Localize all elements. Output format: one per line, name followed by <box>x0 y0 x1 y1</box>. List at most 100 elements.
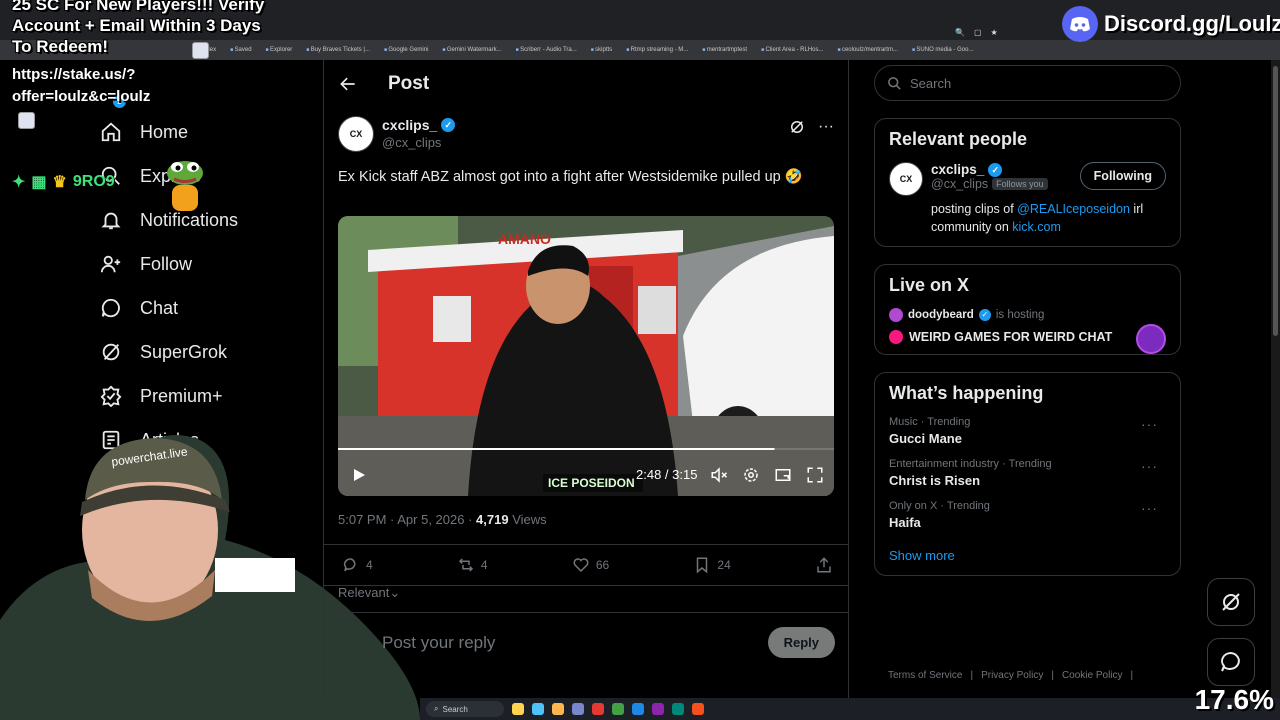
back-arrow-icon[interactable] <box>338 74 358 94</box>
footer-link[interactable]: Terms of Service <box>888 670 962 681</box>
card-title: What’s happening <box>889 383 1044 403</box>
play-icon[interactable] <box>352 468 366 487</box>
post-author[interactable]: CX cxclips_ ✓ @cx_clips <box>338 116 456 152</box>
author-handle[interactable]: @cx_clips <box>382 134 455 152</box>
nav-label: Follow <box>140 253 193 274</box>
zoom-icon[interactable]: 🔍 <box>955 28 965 37</box>
post-top-actions: ··· <box>788 118 834 136</box>
bookmark-item[interactable]: mentrartmptest <box>702 47 747 53</box>
messages-float-button[interactable] <box>1207 638 1255 686</box>
bookmark-star-icon[interactable]: ★ <box>991 28 998 37</box>
nav-follow[interactable]: Follow <box>100 242 300 286</box>
engagement-bar: 4 4 66 24 <box>324 544 849 586</box>
bookmark-icon <box>697 557 708 574</box>
reply-icon <box>343 558 356 572</box>
live-on-x-card: Live on X doodybeard ✓ is hosting WEIRD … <box>874 264 1181 355</box>
relevant-people-card: Relevant people CX cxclips_ ✓ @cx_clips Fo… <box>874 118 1181 247</box>
trend-item[interactable]: Entertainment industry · Trending Christ… <box>889 458 1166 488</box>
bookmark-item[interactable]: SUNO media - Goo... <box>912 47 973 53</box>
screenshot-icon[interactable]: ▢ <box>974 28 982 37</box>
verified-badge-icon: ✓ <box>978 309 991 321</box>
share-button[interactable] <box>815 556 833 574</box>
page-scrollbar[interactable] <box>1271 60 1280 700</box>
avatar[interactable]: CX <box>338 116 374 152</box>
bookmark-item[interactable]: skiptts <box>591 47 612 53</box>
taskbar-app-icon[interactable] <box>512 703 524 715</box>
scrollbar-thumb[interactable] <box>1273 66 1278 336</box>
post-text: Ex Kick staff ABZ almost got into a figh… <box>338 169 803 185</box>
reply-input[interactable]: Post your reply <box>382 633 768 653</box>
trend-item[interactable]: Only on X · Trending Haifa ··· <box>889 500 1166 530</box>
person-handle[interactable]: @cx_clips <box>931 177 988 191</box>
nav-label: Home <box>140 121 189 142</box>
show-more-link[interactable]: Show more <box>889 548 1166 563</box>
settings-gear-icon[interactable] <box>742 466 760 484</box>
taskbar-app-icon[interactable] <box>612 703 624 715</box>
taskbar-app-icon[interactable] <box>552 703 564 715</box>
nav-home[interactable]: Home <box>100 110 300 154</box>
share-icon <box>817 557 831 573</box>
bio-kick-link[interactable]: kick.com <box>1012 220 1061 234</box>
stream-promo-overlay: 25 SC For New Players!!! Verify Account … <box>12 0 265 56</box>
more-options-icon[interactable]: ··· <box>1141 458 1158 474</box>
repost-button[interactable]: 4 <box>457 556 488 574</box>
taskbar-search[interactable]: ⌕ Search <box>426 701 504 717</box>
bookmark-item[interactable]: Google Gemini <box>384 47 428 53</box>
more-options-icon[interactable]: ··· <box>818 118 834 136</box>
badge-icon: ▦ <box>31 174 47 191</box>
nav-supergrok[interactable]: SuperGrok <box>100 330 300 374</box>
reply-submit-button[interactable]: Reply <box>767 627 835 658</box>
video-frame: AMANO ICE POSEIDON <box>338 216 834 496</box>
heart-icon <box>573 558 589 573</box>
person-row[interactable]: CX cxclips_ ✓ @cx_clips Follows you Follow… <box>889 162 1166 196</box>
reply-sort-dropdown[interactable]: Relevant⌄ <box>338 585 400 601</box>
person-name[interactable]: cxclips_ <box>931 162 984 177</box>
card-title: Relevant people <box>889 129 1028 149</box>
more-options-icon[interactable]: ··· <box>1141 500 1158 516</box>
like-button[interactable]: 66 <box>572 556 609 574</box>
nav-premium[interactable]: Premium+ <box>100 374 300 418</box>
reply-button[interactable]: 4 <box>342 556 373 574</box>
trend-meta: Entertainment industry · Trending <box>889 458 1052 470</box>
taskbar-app-icon[interactable] <box>692 703 704 715</box>
live-space-row[interactable]: WEIRD GAMES FOR WEIRD CHAT <box>889 324 1166 354</box>
bookmark-item[interactable]: Client Area - RLHos... <box>761 47 824 53</box>
pip-icon[interactable] <box>774 466 792 484</box>
taskbar-app-icon[interactable] <box>632 703 644 715</box>
bookmark-item[interactable]: ceoloulz/mentrartm... <box>838 47 898 53</box>
more-options-icon[interactable]: ··· <box>1141 416 1158 432</box>
bookmark-item[interactable]: Scriberr - Audio Tra... <box>516 47 577 53</box>
video-progress-fill[interactable] <box>338 448 775 450</box>
grok-icon[interactable] <box>788 118 806 136</box>
bookmark-item[interactable]: Gemini Watermark... <box>442 47 502 53</box>
avatar[interactable]: CX <box>889 162 923 196</box>
grok-float-button[interactable] <box>1207 578 1255 626</box>
reply-count: 4 <box>366 558 373 572</box>
bookmark-item[interactable]: Rtmp streaming - M... <box>626 47 689 53</box>
taskbar-app-icon[interactable] <box>532 703 544 715</box>
page-title: Post <box>388 73 430 94</box>
trend-label: Haifa <box>889 515 921 530</box>
badge-text: 9RO9 <box>72 173 115 190</box>
taskbar-app-icon[interactable] <box>672 703 684 715</box>
volume-muted-icon[interactable] <box>710 466 728 484</box>
crown-icon: ♛ <box>52 174 67 191</box>
nav-chat[interactable]: Chat <box>100 286 300 330</box>
bio-mention-link[interactable]: @REALIceposeidon <box>1017 202 1130 216</box>
taskbar-app-icon[interactable] <box>592 703 604 715</box>
author-name[interactable]: cxclips_ <box>382 116 437 134</box>
bookmark-button[interactable]: 24 <box>693 556 731 574</box>
taskbar-app-icon[interactable] <box>572 703 584 715</box>
live-host-row[interactable]: doodybeard ✓ is hosting <box>889 308 1166 322</box>
stream-promo-url: https://stake.us/?offer=loulz&c=loulz <box>12 66 151 105</box>
following-button[interactable]: Following <box>1079 162 1166 190</box>
bookmark-item[interactable]: Buy Braves Tickets |... <box>306 47 370 53</box>
grok-icon <box>1222 593 1240 611</box>
video-player[interactable]: AMANO ICE POSEIDON 2:48 / 3:15 <box>338 216 834 496</box>
trend-item[interactable]: Music · Trending Gucci Mane ··· <box>889 416 1166 446</box>
taskbar-app-icon[interactable] <box>652 703 664 715</box>
fullscreen-icon[interactable] <box>806 466 824 484</box>
search-input[interactable]: Search <box>874 65 1181 101</box>
footer-link[interactable]: Cookie Policy <box>1062 670 1123 681</box>
footer-link[interactable]: Privacy Policy <box>981 670 1043 681</box>
